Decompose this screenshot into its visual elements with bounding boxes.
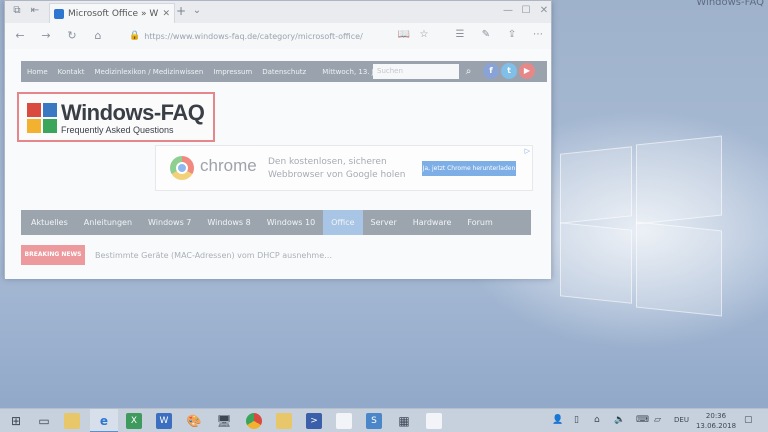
windows-logo-icon: [27, 103, 57, 133]
document-icon[interactable]: [426, 413, 442, 429]
taskbar: ⊞ ▭ e X W 🎨 🖥 > S ▦ 👤 ▯ ⌂ 🔈 ⌨ ▱ DEU 20:3…: [0, 408, 768, 432]
site-search-input[interactable]: Suchen: [373, 64, 459, 79]
network-icon[interactable]: ⌂: [594, 415, 600, 425]
excel-icon[interactable]: X: [126, 413, 142, 429]
corner-brand: Windows-FAQ: [696, 0, 764, 8]
home-button[interactable]: ⌂: [91, 29, 105, 43]
topnav-home[interactable]: Home: [27, 68, 48, 76]
folder-icon[interactable]: [276, 413, 292, 429]
topnav-medizin[interactable]: Medizinlexikon / Medizinwissen: [94, 68, 203, 76]
maximize-button[interactable]: ☐: [519, 5, 533, 16]
nav-windows-7[interactable]: Windows 7: [140, 210, 199, 235]
browser-window: ⧉ ⇤ Microsoft Office » Wind ✕ + ⌄ — ☐ ✕ …: [4, 0, 552, 279]
start-windows-icon[interactable]: ⊞: [8, 413, 24, 429]
logo-square-green: [43, 119, 57, 133]
tab-favicon-icon: [54, 8, 64, 19]
site-logo[interactable]: Windows-FAQ Frequently Asked Questions: [17, 92, 215, 142]
chrome-advertisement[interactable]: chrome Den kostenlosen, sicheren Webbrow…: [155, 145, 533, 191]
reading-view-icon[interactable]: 📖: [397, 29, 411, 40]
ad-brand: chrome: [200, 156, 257, 175]
web-page: Home Kontakt Medizinlexikon / Medizinwis…: [5, 49, 551, 279]
minimize-button[interactable]: —: [501, 5, 515, 16]
nav-hardware[interactable]: Hardware: [405, 210, 460, 235]
address-toolbar: ← → ↻ ⌂ 🔒 https://www.windows-faq.de/cat…: [5, 23, 551, 49]
volume-icon[interactable]: 🔈: [614, 415, 625, 425]
address-bar[interactable]: 🔒 https://www.windows-faq.de/category/mi…: [129, 27, 391, 45]
nav-forum[interactable]: Forum: [459, 210, 500, 235]
chrome-logo-icon: [170, 156, 194, 180]
ad-choices-icon[interactable]: ▷: [525, 147, 530, 155]
top-navigation: Home Kontakt Medizinlexikon / Medizinwis…: [21, 61, 547, 82]
breaking-news-label: BREAKING NEWS: [21, 245, 85, 265]
favorite-star-icon[interactable]: ☆: [417, 29, 431, 40]
more-icon[interactable]: ⋯: [531, 29, 545, 40]
search-icon[interactable]: ⌕: [461, 64, 476, 79]
topnav-kontakt[interactable]: Kontakt: [58, 68, 85, 76]
facebook-icon[interactable]: f: [483, 63, 499, 79]
logo-subtitle: Frequently Asked Questions: [61, 125, 174, 135]
nav-office[interactable]: Office: [323, 210, 363, 235]
snagit-icon[interactable]: S: [366, 413, 382, 429]
remote-desktop-icon[interactable]: 🖥: [216, 413, 232, 429]
desktop-logo-pane: [560, 146, 632, 224]
battery-icon[interactable]: ▯: [574, 415, 579, 425]
logo-square-yellow: [27, 119, 41, 133]
logo-title: Windows-FAQ: [61, 100, 205, 125]
input-language[interactable]: DEU: [674, 416, 689, 424]
tab-bar: ⧉ ⇤ Microsoft Office » Wind ✕ + ⌄ — ☐ ✕: [5, 1, 551, 23]
clock-time: 20:36: [705, 412, 727, 420]
tab-list-icon[interactable]: ⌄: [191, 5, 203, 17]
edge-icon[interactable]: e: [96, 413, 112, 429]
tab-close-icon[interactable]: ✕: [162, 9, 170, 19]
topnav-impressum[interactable]: Impressum: [213, 68, 252, 76]
topnav-datenschutz[interactable]: Datenschutz: [262, 68, 306, 76]
ad-text: Den kostenlosen, sicheren Webbrowser von…: [268, 157, 406, 180]
new-tab-icon[interactable]: +: [175, 5, 187, 17]
desktop-logo-pane: [636, 135, 722, 225]
word-icon[interactable]: W: [156, 413, 172, 429]
nav-server[interactable]: Server: [363, 210, 405, 235]
desktop-logo-pane: [636, 221, 722, 317]
notifications-icon[interactable]: ▱: [654, 415, 661, 425]
set-aside-tabs-icon[interactable]: ⧉: [11, 5, 23, 17]
system-clock[interactable]: 20:36 13.06.2018: [694, 411, 738, 431]
file-explorer-icon[interactable]: [64, 413, 80, 429]
back-tabs-icon[interactable]: ⇤: [29, 5, 41, 17]
forward-button[interactable]: →: [39, 29, 53, 43]
task-view-icon[interactable]: ▭: [36, 413, 52, 429]
browser-tab[interactable]: Microsoft Office » Wind ✕: [49, 3, 175, 23]
keyboard-icon[interactable]: ⌨: [636, 415, 649, 425]
nav-aktuelles[interactable]: Aktuelles: [21, 210, 76, 235]
ad-download-button[interactable]: Ja, jetzt Chrome herunterladen: [422, 161, 516, 176]
tab-title: Microsoft Office » Wind: [68, 8, 159, 19]
people-icon[interactable]: 👤: [552, 415, 563, 425]
close-button[interactable]: ✕: [537, 5, 551, 16]
paint-icon[interactable]: 🎨: [186, 413, 202, 429]
lock-icon: 🔒: [129, 31, 141, 41]
web-note-icon[interactable]: ✎: [479, 29, 493, 40]
logo-square-red: [27, 103, 41, 117]
chrome-icon[interactable]: [246, 413, 262, 429]
nav-anleitungen[interactable]: Anleitungen: [76, 210, 140, 235]
powershell-icon[interactable]: >: [306, 413, 322, 429]
logo-square-blue: [43, 103, 57, 117]
favorites-hub-icon[interactable]: ☰: [453, 29, 467, 40]
share-icon[interactable]: ⇪: [505, 29, 519, 40]
url-text: https://www.windows-faq.de/category/micr…: [144, 31, 363, 41]
back-button[interactable]: ←: [13, 29, 27, 43]
server-manager-icon[interactable]: ▦: [396, 413, 412, 429]
nav-windows-8[interactable]: Windows 8: [199, 210, 258, 235]
action-center-icon[interactable]: ▢: [744, 415, 753, 425]
main-navigation: Aktuelles Anleitungen Windows 7 Windows …: [21, 210, 531, 235]
refresh-button[interactable]: ↻: [65, 29, 79, 43]
notepad-icon[interactable]: [336, 413, 352, 429]
nav-windows-10[interactable]: Windows 10: [259, 210, 323, 235]
youtube-icon[interactable]: ▶: [519, 63, 535, 79]
twitter-icon[interactable]: t: [501, 63, 517, 79]
breaking-news-headline[interactable]: Bestimmte Geräte (MAC-Adressen) vom DHCP…: [95, 251, 332, 260]
clock-date: 13.06.2018: [695, 422, 737, 430]
desktop-logo-pane: [560, 222, 632, 304]
